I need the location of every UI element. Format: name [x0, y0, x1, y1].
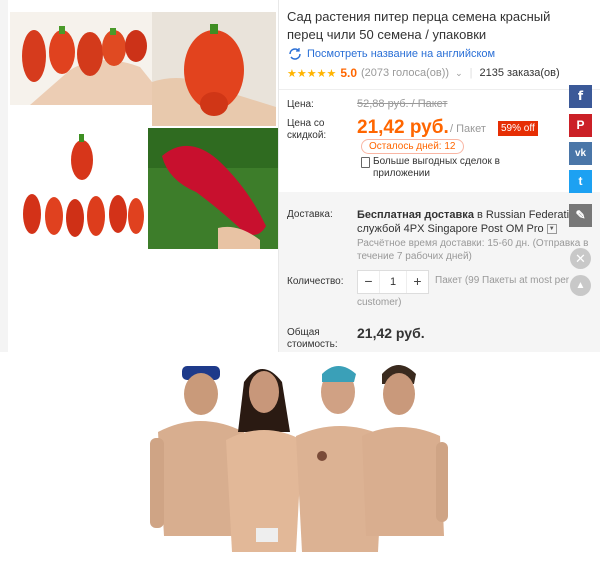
vk-share-icon[interactable]: vk — [569, 142, 592, 165]
total-label: Общая стоимость: — [287, 327, 338, 350]
chevron-down-icon[interactable]: ▼ — [546, 224, 557, 235]
product-photo-2[interactable] — [152, 12, 276, 126]
divider — [279, 89, 600, 90]
increase-button[interactable]: + — [407, 271, 428, 293]
divider: | — [469, 67, 473, 79]
old-price: 52,88 руб. / Пакет — [357, 98, 448, 110]
chevron-down-icon[interactable]: ⌄ — [455, 68, 463, 79]
rating-row: ★★★★★ 5.0 (2073 голоса(ов)) ⌄ | 2135 зак… — [287, 66, 560, 80]
sale-price: 21,42 руб. — [357, 117, 449, 138]
product-photo-3[interactable] — [10, 128, 148, 249]
shipping-method-free: Бесплатная доставка — [357, 209, 474, 221]
rating-value: 5.0 — [340, 66, 357, 80]
quantity-label: Количество: — [287, 276, 344, 287]
product-info: Сад растения питер перца семена красный … — [278, 0, 600, 352]
quantity-stepper[interactable]: − 1 + — [357, 270, 429, 294]
twitter-share-icon[interactable]: t — [569, 170, 592, 193]
pinterest-share-icon[interactable]: P — [569, 114, 592, 137]
phone-icon — [361, 157, 370, 168]
product-title: Сад растения питер перца семена красный … — [287, 9, 551, 42]
translate-icon — [289, 48, 301, 60]
days-left-badge: Осталось дней: 12 — [361, 139, 464, 154]
decrease-button[interactable]: − — [358, 271, 379, 293]
scroll-top-icon[interactable]: ▲ — [570, 275, 591, 296]
price-label: Цена: — [287, 99, 314, 110]
facebook-share-icon[interactable]: f — [569, 85, 592, 108]
delivery-estimate: Расчётное время доставки: 15-60 дн. (Отп… — [357, 238, 589, 262]
band-photo — [0, 352, 600, 562]
shipping-label: Доставка: — [287, 209, 333, 220]
discount-badge: 59% off — [498, 121, 538, 136]
product-page: Сад растения питер перца семена красный … — [0, 0, 600, 352]
product-photo-1[interactable] — [10, 12, 152, 105]
product-card: Сад растения питер перца семена красный … — [8, 0, 600, 352]
price-unit: / Пакет — [450, 123, 486, 135]
band-illustration — [0, 352, 600, 562]
product-gallery — [8, 0, 278, 352]
total-price: 21,42 руб. — [357, 325, 425, 341]
product-photo-4[interactable] — [148, 128, 278, 249]
app-deals-label[interactable]: Больше выгодных сделок в приложении — [373, 156, 553, 180]
quantity-note-cont: customer) — [357, 297, 402, 308]
votes-link[interactable]: (2073 голоса(ов)) — [361, 67, 449, 79]
close-icon[interactable]: ✕ — [570, 248, 591, 269]
discount-price-label: Цена со скидкой: — [287, 118, 327, 141]
edit-icon[interactable]: ✎ — [569, 204, 592, 227]
translate-link[interactable]: Посмотреть название на английском — [287, 47, 495, 61]
orders-count: 2135 заказа(ов) — [479, 67, 560, 79]
rating-stars: ★★★★★ — [287, 67, 337, 80]
translate-link-label[interactable]: Посмотреть название на английском — [307, 48, 495, 60]
quantity-input[interactable]: 1 — [379, 271, 407, 293]
shipping-method[interactable]: Бесплатная доставка в Russian Federation… — [357, 208, 595, 236]
